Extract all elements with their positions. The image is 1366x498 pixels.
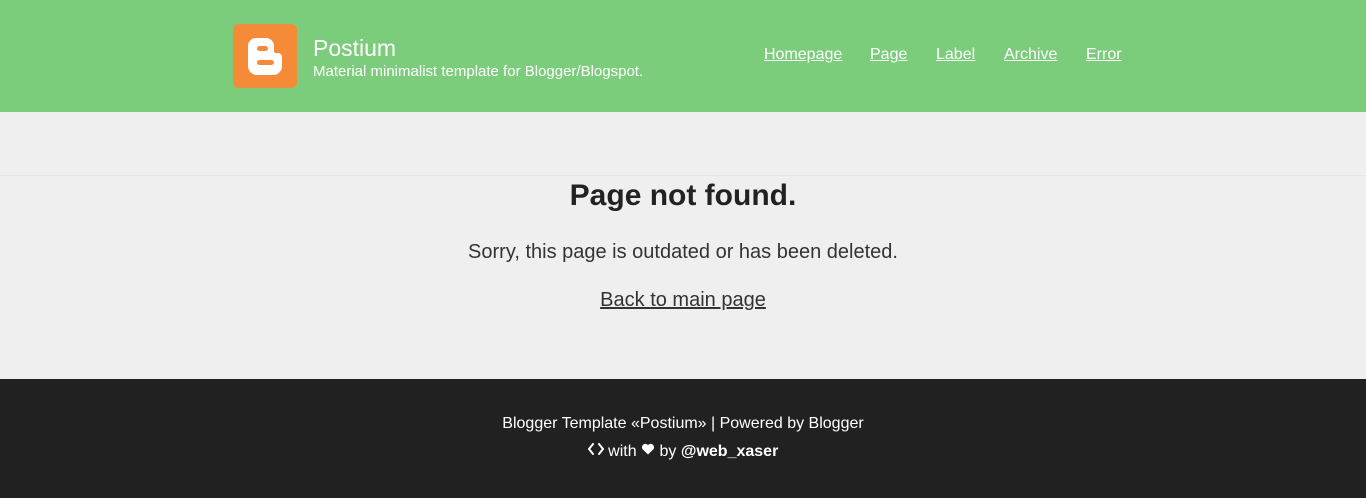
nav-link-page[interactable]: Page <box>870 45 907 65</box>
site-description: Material minimalist template for Blogger… <box>313 63 644 80</box>
error-message: Sorry, this page is outdated or has been… <box>468 241 898 263</box>
nav-link-archive[interactable]: Archive <box>1004 45 1057 65</box>
footer-with-text: with <box>608 443 637 461</box>
site-footer: Blogger Template «Postium» | Powered by … <box>0 379 1366 498</box>
author-link[interactable]: @web_xaser <box>681 443 778 460</box>
back-to-main-link[interactable]: Back to main page <box>600 289 766 311</box>
nav-link-error[interactable]: Error <box>1086 45 1122 65</box>
back-link-container: Back to main page <box>0 288 1366 314</box>
page-title: Page not found. <box>569 179 797 212</box>
nav-link-homepage[interactable]: Homepage <box>764 45 842 65</box>
footer-author-line: with by @web_xaser <box>0 442 1366 462</box>
site-title[interactable]: Postium <box>313 34 396 62</box>
blogger-logo-icon[interactable] <box>233 24 297 88</box>
footer-credits: Blogger Template «Postium» | Powered by … <box>502 415 864 432</box>
site-header: Postium Material minimalist template for… <box>0 0 1366 112</box>
footer-by-text: by <box>659 443 677 461</box>
nav-link-label[interactable]: Label <box>936 45 975 65</box>
code-icon <box>587 441 604 461</box>
heart-icon <box>641 441 655 461</box>
content-divider <box>0 175 1366 176</box>
